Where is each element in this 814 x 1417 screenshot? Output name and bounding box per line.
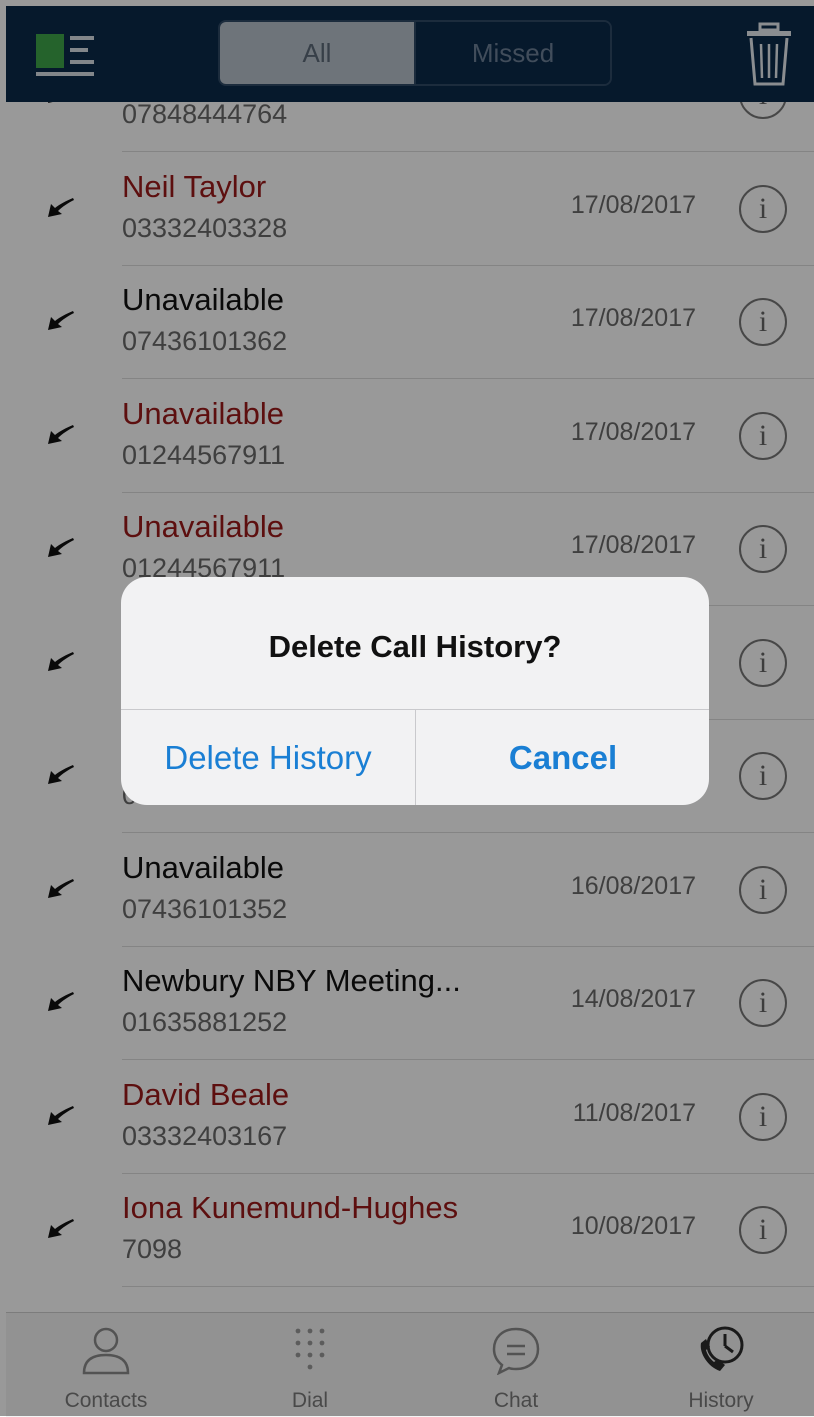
cancel-button[interactable]: Cancel: [416, 710, 709, 805]
delete-history-alert: Delete Call History? Delete History Canc…: [121, 577, 709, 805]
delete-history-button[interactable]: Delete History: [121, 710, 415, 805]
alert-title: Delete Call History?: [268, 629, 562, 664]
